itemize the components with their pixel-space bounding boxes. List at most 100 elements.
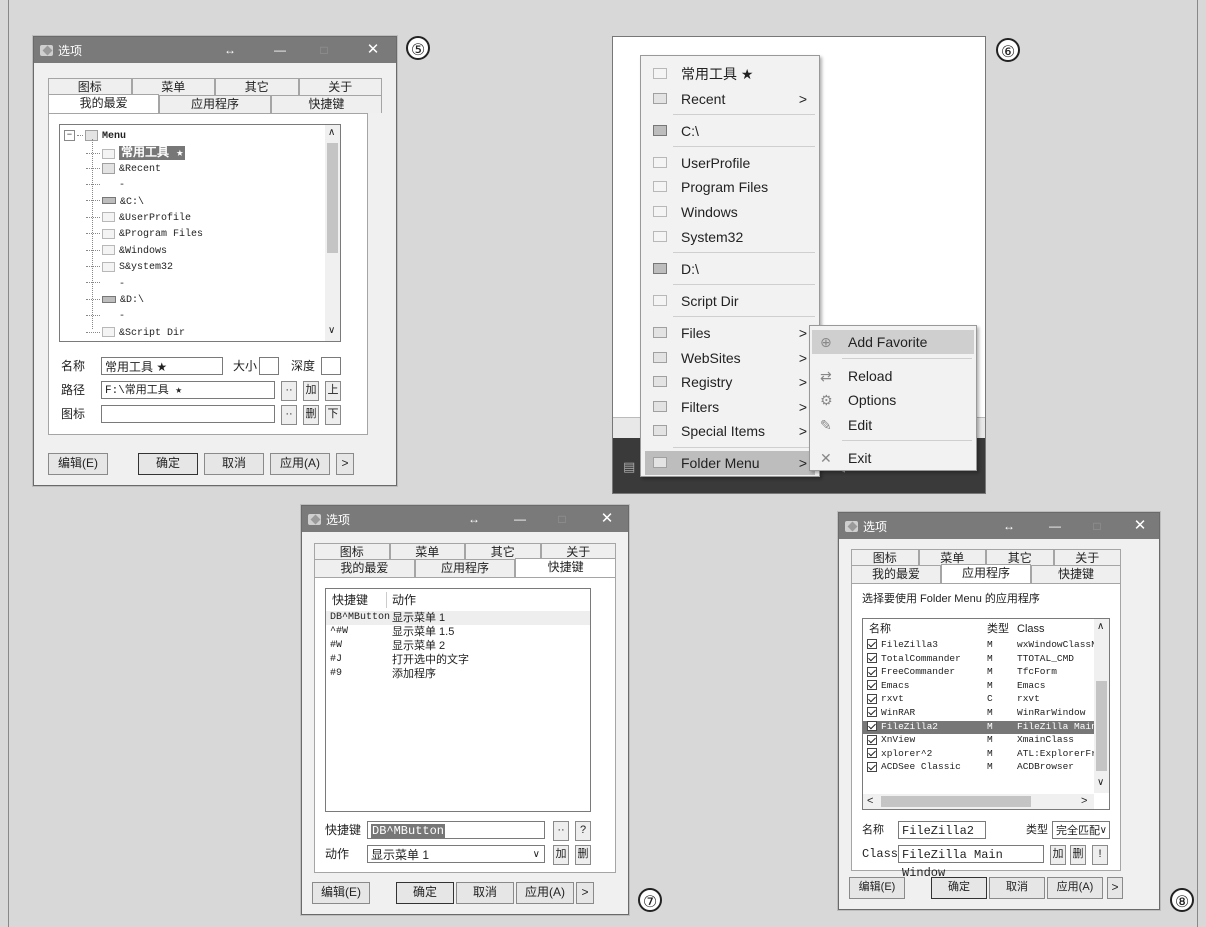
checkbox[interactable] [867,653,877,664]
add-button[interactable]: 加 [553,845,569,865]
browse-icon-button[interactable]: ·· [281,405,297,425]
delete-button[interactable]: 删 [1070,845,1086,865]
resize-icon[interactable]: ↔ [220,37,240,63]
tree-item[interactable]: − Menu [64,129,126,145]
tab-hotkeys[interactable]: 快捷键 [515,558,617,579]
icon-input[interactable] [101,405,275,423]
apply-button[interactable]: 应用(A) [516,882,574,904]
hotkey-input[interactable]: DB^MButton [367,821,545,839]
scroll-up-icon[interactable]: ∧ [328,127,335,138]
applications-list[interactable]: 名称 类型 Class FileZilla3 MwxWindowClassN Tot… [862,618,1110,810]
name-input[interactable]: 常用工具 ★ [101,357,223,375]
checkbox[interactable] [867,734,877,745]
submenu-item[interactable]: ⊕ Add Favorite [812,330,974,354]
scroll-hthumb[interactable] [881,796,1031,807]
minimize-button[interactable]: — [510,506,530,532]
checkbox[interactable] [867,680,877,691]
cancel-button[interactable]: 取消 [456,882,514,904]
table-row[interactable]: ^#W 显示菜单 1.5 [326,625,590,639]
column-header-hotkey[interactable]: 快捷键 [332,592,368,608]
table-row[interactable]: #9 添加程序 [326,667,590,681]
match-type-select[interactable]: 完全匹配 ∨ [1052,821,1110,839]
menu-item[interactable]: Folder Menu > [645,451,815,476]
browse-path-button[interactable]: ·· [281,381,297,401]
tab-hotkeys[interactable]: 快捷键 [270,95,382,113]
tab-applications[interactable]: 应用程序 [941,564,1031,585]
tree-item[interactable]: &Windows [86,244,167,260]
checkbox[interactable] [867,707,877,718]
help-button[interactable]: ? [575,821,591,841]
tree-item[interactable]: &UserProfile [86,211,191,227]
maximize-button[interactable]: □ [1087,513,1107,539]
checkbox[interactable] [867,639,877,650]
menu-item[interactable]: C:\ [645,119,815,143]
edit-button[interactable]: 编辑(E) [312,882,370,904]
cancel-button[interactable]: 取消 [204,453,264,475]
tree-item[interactable]: &Script Dir [86,326,185,341]
submenu-item[interactable]: ✕ Exit [812,446,974,470]
apply-button[interactable]: 应用(A) [1047,877,1103,899]
menu-item[interactable]: Special Items > [645,419,815,443]
minimize-button[interactable]: — [1045,513,1065,539]
close-button[interactable]: ✕ [594,506,620,532]
maximize-button[interactable]: □ [552,506,572,532]
add-button[interactable]: 加 [303,381,319,401]
table-row[interactable]: #J 打开选中的文字 [326,653,590,667]
close-button[interactable]: ✕ [1127,513,1153,539]
tab-other[interactable]: 其它 [215,78,299,96]
table-row[interactable]: #W 显示菜单 2 [326,639,590,653]
tab-favorites[interactable]: 我的最爱 [314,559,415,577]
submenu-item[interactable]: ⇄ Reload [812,364,974,388]
scroll-up-icon[interactable]: ∧ [1097,621,1104,632]
menu-item[interactable]: Registry > [645,370,815,394]
column-header-action[interactable]: 动作 [392,592,416,608]
menu-tree[interactable]: − Menu 常用工具 ★ &Recent - &C:\ &UserProfile &Prog… [59,124,341,342]
tree-item[interactable]: &C:\ [86,195,144,211]
app-name-input[interactable]: FileZilla2 [898,821,986,839]
column-header-class[interactable]: Class [1017,621,1045,637]
checkbox[interactable] [867,666,877,677]
tab-applications[interactable]: 应用程序 [414,559,516,577]
maximize-button[interactable]: □ [314,37,334,63]
tab-favorites[interactable]: 我的最爱 [48,94,160,115]
column-header-type[interactable]: 类型 [987,621,1009,637]
close-button[interactable]: ✕ [360,37,386,63]
tab-hotkeys[interactable]: 快捷键 [1031,565,1121,583]
edit-button[interactable]: 编辑(E) [48,453,108,475]
checkbox[interactable] [867,721,877,732]
checkbox[interactable] [867,693,877,704]
tree-item[interactable]: &Recent [86,162,161,178]
menu-item[interactable]: System32 [645,225,815,249]
ok-button[interactable]: 确定 [396,882,454,904]
path-input[interactable]: F:\常用工具 ★ [101,381,275,399]
scroll-right-icon[interactable]: > [1081,795,1087,807]
list-horizontal-scrollbar[interactable]: < > [863,794,1094,809]
menu-item[interactable]: UserProfile [645,151,815,175]
minimize-button[interactable]: — [270,37,290,63]
submenu-item[interactable]: ⚙ Options [812,388,974,412]
delete-button[interactable]: 删 [303,405,319,425]
scroll-down-icon[interactable]: ∨ [1097,777,1104,788]
scroll-down-icon[interactable]: ∨ [328,325,335,336]
browse-button[interactable]: ·· [553,821,569,841]
menu-item[interactable]: WebSites > [645,346,815,370]
more-button[interactable]: > [576,882,594,904]
table-row[interactable]: ACDSee Classic M ACDBrowser [863,761,1094,774]
reset-button[interactable]: ! [1092,845,1108,865]
title-bar[interactable]: 选项 ↔ — □ ✕ [839,513,1159,539]
ok-button[interactable]: 确定 [138,453,198,475]
menu-item[interactable]: Filters > [645,395,815,419]
move-up-button[interactable]: 上 [325,381,341,401]
collapse-icon[interactable]: − [64,129,75,141]
tree-item[interactable]: &Program Files [86,227,203,243]
title-bar[interactable]: 选项 ↔ — □ ✕ [34,37,396,63]
menu-item[interactable]: Files > [645,321,815,345]
table-row[interactable]: DB^MButton 显示菜单 1 [326,611,590,625]
tab-applications[interactable]: 应用程序 [159,95,271,113]
ok-button[interactable]: 确定 [931,877,987,899]
resize-icon[interactable]: ↔ [999,513,1019,539]
add-button[interactable]: 加 [1050,845,1066,865]
list-vertical-scrollbar[interactable]: ∧ ∨ [1094,619,1109,793]
scroll-left-icon[interactable]: < [867,795,873,807]
title-bar[interactable]: 选项 ↔ — □ ✕ [302,506,628,532]
